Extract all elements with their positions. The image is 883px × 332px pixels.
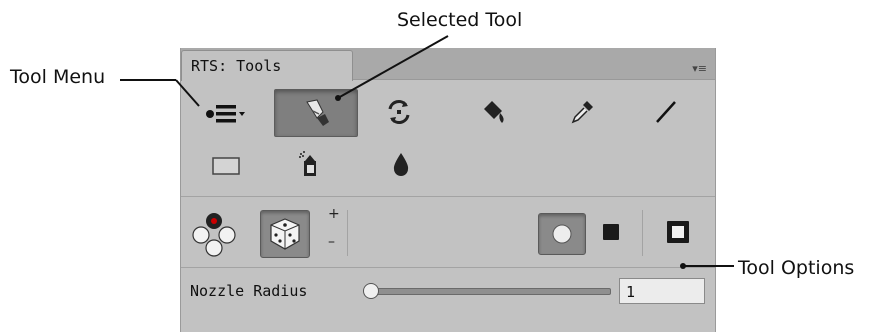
tool-options-callout: Tool Options [738,257,855,279]
spray-can-icon[interactable] [279,142,339,186]
tab-bar: RTS: Tools ▾≡ [181,48,715,81]
paint-bucket-icon[interactable] [463,90,523,134]
section-divider [181,196,715,197]
tab-rts-tools[interactable]: RTS: Tools [181,50,353,81]
nozzle-radius-input[interactable]: 1 [619,278,705,304]
dice-icon [270,218,300,250]
tool-menu-callout: Tool Menu [10,66,106,88]
square-shape-icon[interactable] [603,224,619,240]
nozzle-radius-slider-track[interactable] [371,288,611,295]
panel-menu-icon[interactable]: ▾≡ [692,62,707,75]
nozzle-radius-value: 1 [626,283,636,301]
line-icon[interactable] [636,90,696,134]
nozzle-radius-label: Nozzle Radius [190,282,308,300]
rectangle-icon[interactable] [196,144,256,188]
eyedropper-icon[interactable] [552,90,612,134]
circle-shape-button[interactable] [538,213,586,255]
brush-palette-icon[interactable] [187,208,241,262]
paint-brush-icon [306,99,329,126]
increase-button[interactable]: + [328,206,340,222]
drop-icon[interactable] [371,142,431,186]
paint-brush-tool-button[interactable] [274,89,358,137]
tool-menu-icon[interactable] [195,92,255,136]
tools-panel: RTS: Tools ▾≡ + – Nozzle Radius 1 [180,48,716,332]
dice-button[interactable] [260,210,310,258]
options-divider [181,267,715,268]
decrease-button[interactable]: – [328,234,335,250]
tab-title: RTS: Tools [191,57,282,75]
randomize-icon[interactable] [369,90,429,134]
vertical-divider [347,210,348,256]
nozzle-radius-slider-thumb[interactable] [363,283,379,299]
vertical-divider-2 [642,210,643,256]
outline-square-icon[interactable] [667,221,689,243]
selected-tool-callout: Selected Tool [397,9,523,31]
circle-shape-icon [552,224,572,244]
